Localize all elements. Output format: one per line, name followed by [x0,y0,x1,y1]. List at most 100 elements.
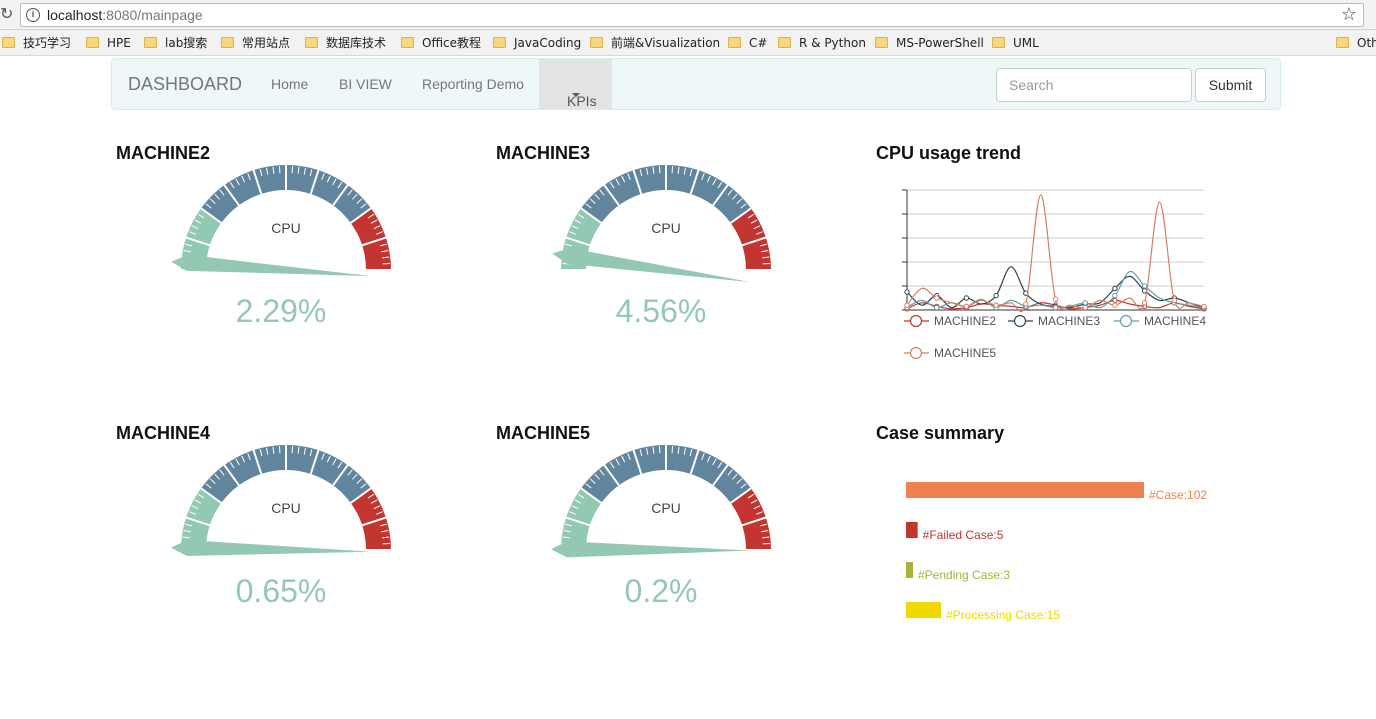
bookmark-other[interactable]: Oth [1336,35,1376,51]
legend-marker [1013,314,1027,328]
folder-icon [221,37,234,48]
cpu-gauge: CPU [171,165,391,277]
gauge-label: CPU [651,500,681,516]
case-bar [906,562,913,578]
browser-address-bar: ↻ i localhost:8080/mainpage ☆ [0,0,1376,30]
case-bar [906,602,941,618]
bookmark-0[interactable]: 技巧学习 [2,35,71,51]
case-panel: Case summary #Case:102 #Failed Case:5 #Pen… [871,423,1251,693]
cpu-gauge: CPU [551,445,771,558]
nav-reporting-demo[interactable]: Reporting Demo [422,76,524,92]
data-point [1201,303,1207,310]
bookmark-label: C# [749,36,768,50]
folder-icon [2,37,15,48]
folder-icon [590,37,603,48]
legend-marker [909,314,923,328]
gauge-panel-machine4: MACHINE4 CPU 0.65% [111,423,491,693]
gauge-label: CPU [651,220,681,236]
data-point [1052,296,1059,302]
case-summary-chart: #Case:102 #Failed Case:5 #Pending Case:3 #P… [906,482,1207,622]
bookmark-5[interactable]: Office教程 [401,35,481,51]
bookmark-label: UML [1013,36,1039,50]
data-point [904,302,910,308]
legend-label[interactable]: MACHINE5 [934,346,996,360]
nav-bi-view[interactable]: BI VIEW [339,76,392,92]
data-point [1082,304,1088,311]
gauge-pointer [171,539,371,556]
case-bar-label: #Failed Case:5 [923,528,1004,542]
bookmark-label: Oth [1357,36,1376,50]
bookmark-10[interactable]: MS-PowerShell [875,35,984,51]
bookmark-label: 常用站点 [242,36,291,50]
bookmark-11[interactable]: UML [992,35,1039,51]
bookmark-4[interactable]: 数据库技术 [305,35,386,51]
brand[interactable]: DASHBOARD [128,74,242,95]
data-point [1112,297,1118,304]
nav-kpis-dropdown[interactable]: KPIs [539,59,612,109]
url-text[interactable]: localhost:8080/mainpage [47,7,203,23]
bookmark-6[interactable]: JavaCoding [493,35,581,51]
panel-title: MACHINE3 [496,143,591,163]
folder-icon [493,37,506,48]
bookmark-label: MS-PowerShell [896,36,984,50]
gauge-pointer [551,541,751,558]
search-input[interactable] [996,68,1192,102]
bookmark-1[interactable]: HPE [86,35,131,51]
bookmark-2[interactable]: lab搜索 [144,35,207,51]
reload-icon[interactable]: ↻ [0,4,13,24]
url-path: :8080/mainpage [102,7,203,23]
case-bar-label: #Processing Case:15 [946,608,1060,622]
nav-home[interactable]: Home [271,76,308,92]
legend-label[interactable]: MACHINE3 [1038,314,1100,328]
bookmark-label: HPE [107,36,131,50]
trend-title: CPU usage trend [876,143,1022,163]
bookmark-7[interactable]: 前端&Visualization [590,35,720,51]
folder-icon [401,37,414,48]
bookmark-label: lab搜索 [165,36,208,50]
url-box[interactable]: i localhost:8080/mainpage ☆ [20,3,1364,27]
data-point [933,295,940,301]
trend-panel: CPU usage trend MACHINE2 MACHINE3 MACHINE4… [871,143,1251,413]
caret-down-icon [572,93,580,97]
bookmark-9[interactable]: R & Python [778,35,866,51]
gauge-value: 4.56% [615,293,707,329]
submit-button[interactable]: Submit [1195,68,1266,102]
cpu-gauge: CPU [171,445,391,556]
bookmark-3[interactable]: 常用站点 [221,35,290,51]
gauge-pointer [552,247,751,283]
bookmark-label: JavaCoding [514,36,582,50]
bookmark-label: Office教程 [422,36,482,50]
case-bar [906,522,918,538]
folder-icon [305,37,318,48]
data-point [933,304,940,311]
folder-icon [778,37,791,48]
data-point [1141,283,1148,289]
gauge-value: 2.29% [235,293,327,329]
gauge-panel-machine3: MACHINE3 CPU 4.56% [491,143,871,413]
case-bar-label: #Pending Case:3 [918,568,1010,582]
data-point [993,302,999,308]
series-line-machine5 [906,194,1205,313]
info-icon[interactable]: i [26,8,40,22]
legend-marker [1119,314,1133,328]
bookmark-8[interactable]: C# [728,35,767,51]
star-icon[interactable]: ☆ [1341,5,1357,25]
bookmark-label: R & Python [799,36,866,50]
legend-label[interactable]: MACHINE4 [1144,314,1206,328]
data-point [993,292,999,299]
url-host: localhost [47,7,103,23]
gauge-label: CPU [271,500,301,516]
cpu-trend-chart: MACHINE2 MACHINE3 MACHINE4 MACHINE5 [902,189,1207,360]
gauge-label: CPU [271,220,301,236]
legend-label[interactable]: MACHINE2 [934,314,996,328]
gauge-panel-machine2: MACHINE2 CPU 2.29% [111,143,491,413]
data-point [1171,297,1177,304]
data-point [1023,301,1029,307]
folder-icon [1336,37,1349,48]
legend-marker [909,346,923,360]
data-point [1112,285,1118,292]
panel-title: MACHINE2 [116,143,211,163]
case-bar-label: #Case:102 [1149,488,1207,502]
bookmarks-bar: 技巧学习 HPE lab搜索 常用站点 数据库技术 Office教程 JavaC… [0,30,1376,56]
bookmark-label: 数据库技术 [326,36,387,50]
